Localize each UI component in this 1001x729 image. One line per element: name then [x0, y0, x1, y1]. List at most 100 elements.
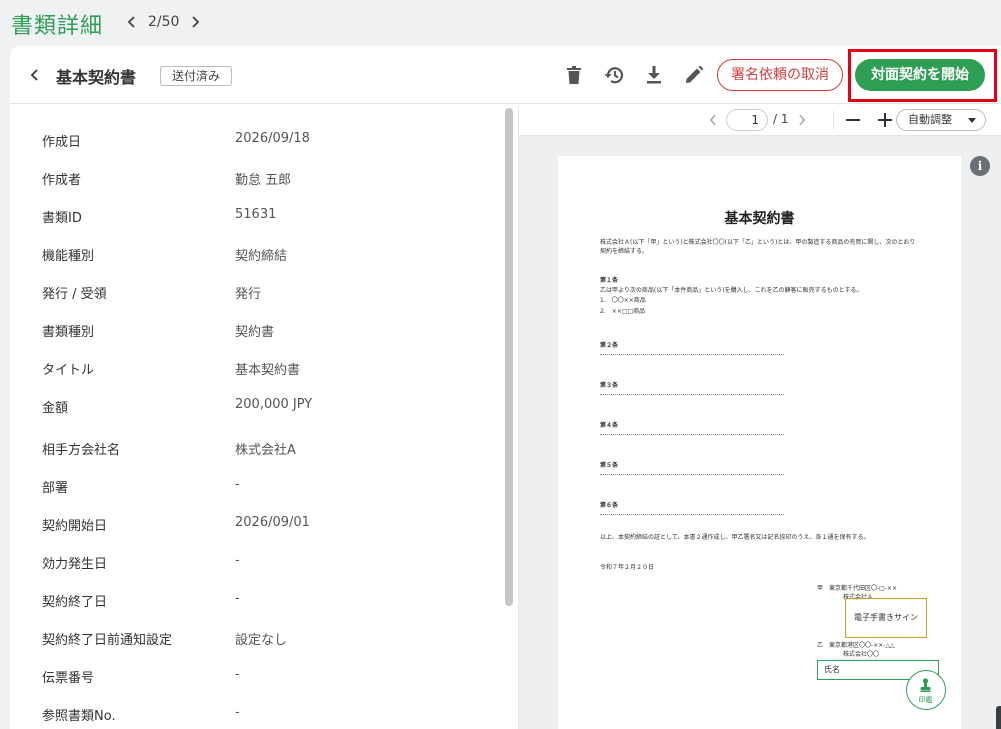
article-heading: 第３条 — [600, 382, 619, 389]
detail-label: 書類種別 — [42, 325, 95, 340]
status-badge: 送付済み — [160, 66, 233, 86]
chevron-right-icon — [799, 114, 806, 126]
detail-row: 書類種別 契約書 — [42, 321, 502, 341]
detail-label: 書類ID — [42, 211, 82, 226]
history-icon — [604, 67, 624, 84]
detail-value: - — [235, 591, 240, 606]
pager: 2/50 — [124, 13, 203, 31]
article-heading: 第１条 — [600, 277, 619, 284]
chevron-right-icon — [192, 16, 200, 28]
details-scrollbar[interactable] — [505, 108, 513, 606]
party-a-address: 甲 東京都千代田区〇-□-×× — [817, 585, 898, 592]
placeholder-line — [600, 354, 784, 355]
info-icon[interactable]: i — [970, 156, 990, 176]
caret-down-icon — [968, 118, 976, 123]
detail-value: 設定なし — [235, 633, 288, 648]
zoom-out-button[interactable] — [842, 109, 864, 131]
placeholder-line — [600, 514, 784, 515]
detail-row: 機能種別 契約締結 — [42, 245, 502, 265]
chevron-left-icon — [30, 69, 38, 81]
delete-button[interactable] — [561, 62, 587, 88]
article-heading: 第５条 — [600, 462, 619, 469]
document-title: 基本契約書 — [56, 68, 137, 87]
plus-icon — [878, 113, 892, 127]
detail-row: 契約終了日 - — [42, 591, 502, 611]
next-page-button[interactable] — [791, 109, 813, 131]
detail-value: - — [235, 553, 240, 568]
detail-row: 契約開始日 2026/09/01 — [42, 515, 502, 535]
chevron-left-icon — [709, 114, 716, 126]
detail-label: 契約終了日前通知設定 — [42, 633, 173, 648]
viewer-toolbar: 1 / 1 自動調整 — [519, 105, 1001, 136]
detail-label: 機能種別 — [42, 249, 95, 264]
toolbar-separator — [833, 111, 834, 129]
detail-label: 部署 — [42, 481, 69, 496]
detail-row: 相手方会社名 株式会社A — [42, 439, 502, 459]
detail-row: 参照書類No. - — [42, 705, 502, 725]
detail-value: 基本契約書 — [235, 363, 301, 378]
start-in-person-contract-button[interactable]: 対面契約を開始 — [855, 59, 985, 91]
detail-value: 株式会社A — [235, 443, 296, 458]
detail-row: 効力発生日 - — [42, 553, 502, 573]
edit-button[interactable] — [681, 62, 707, 88]
article-heading: 第２条 — [600, 342, 619, 349]
detail-row: 伝票番号 - — [42, 667, 502, 687]
detail-value: 契約書 — [235, 325, 275, 340]
stamp-icon — [920, 678, 931, 692]
detail-label: 契約終了日 — [42, 595, 108, 610]
article-item: 2. ××□□商品 — [600, 308, 646, 315]
placeholder-line — [600, 394, 784, 395]
zoom-select[interactable]: 自動調整 — [896, 109, 986, 131]
edit-icon — [686, 66, 703, 83]
detail-label: 金額 — [42, 401, 69, 416]
minus-icon — [846, 119, 860, 121]
back-button[interactable] — [26, 65, 44, 85]
document-card: 基本契約書 送付済み 署名依頼の取消 対面契約を開始 作成日 2026/09/18… — [10, 46, 1001, 729]
detail-value: - — [235, 705, 240, 720]
pdf-viewer: 1 / 1 自動調整 基本契約書 株式会社Ａ(以下「甲」という)と株式会社〇〇(… — [519, 105, 1001, 729]
detail-row: 書類ID 51631 — [42, 207, 502, 227]
detail-row: 部署 - — [42, 477, 502, 497]
top-bar: 書類詳細 2/50 — [0, 0, 1001, 46]
detail-value: 2026/09/01 — [235, 515, 310, 530]
page-title: 書類詳細 — [11, 14, 104, 39]
page-total: / 1 — [773, 112, 789, 126]
detail-label: タイトル — [42, 363, 95, 378]
article-item: 1. 〇〇××商品 — [600, 297, 646, 304]
detail-value: 2026/09/18 — [235, 131, 310, 146]
cancel-signature-request-button[interactable]: 署名依頼の取消 — [717, 59, 843, 91]
detail-row: 作成日 2026/09/18 — [42, 131, 502, 151]
detail-value: 200,000 JPY — [235, 397, 313, 412]
detail-label: 作成日 — [42, 135, 82, 150]
article-heading: 第６条 — [600, 502, 619, 509]
history-button[interactable] — [601, 62, 627, 88]
pager-position: 2/50 — [148, 14, 180, 30]
detail-row: 金額 200,000 JPY — [42, 397, 502, 417]
delete-icon — [567, 66, 581, 84]
next-document-button[interactable] — [187, 13, 203, 31]
page-number-input[interactable]: 1 — [726, 109, 768, 131]
prev-document-button[interactable] — [124, 13, 140, 31]
detail-row: 発行 / 受領 発行 — [42, 283, 502, 303]
document-page: 基本契約書 株式会社Ａ(以下「甲」という)と株式会社〇〇(以下「乙」という)とは… — [558, 156, 961, 729]
stamp-button[interactable]: 印鑑 — [906, 670, 946, 710]
download-button[interactable] — [641, 62, 667, 88]
article-heading: 第４条 — [600, 422, 619, 429]
detail-label: 作成者 — [42, 173, 82, 188]
zoom-in-button[interactable] — [874, 109, 896, 131]
detail-value: 勤怠 五郎 — [235, 173, 292, 188]
edge-handle — [996, 706, 1001, 729]
chevron-left-icon — [127, 16, 135, 28]
detail-row: 契約終了日前通知設定 設定なし — [42, 629, 502, 649]
signature-field[interactable]: 電子手書きサイン — [845, 598, 927, 638]
detail-label: 契約開始日 — [42, 519, 108, 534]
article-body: 乙は甲より次の商品(以下「本件商品」という)を購入し、これを乙の顧客に販売するも… — [600, 287, 863, 294]
placeholder-line — [600, 434, 784, 435]
party-b-company: 株式会社〇〇 — [843, 651, 880, 658]
download-icon — [647, 66, 661, 84]
contract-intro: 契約を締結する。 — [600, 248, 649, 255]
detail-value: - — [235, 477, 240, 492]
prev-page-button[interactable] — [702, 109, 724, 131]
detail-value: - — [235, 667, 240, 682]
detail-row: 作成者 勤怠 五郎 — [42, 169, 502, 189]
